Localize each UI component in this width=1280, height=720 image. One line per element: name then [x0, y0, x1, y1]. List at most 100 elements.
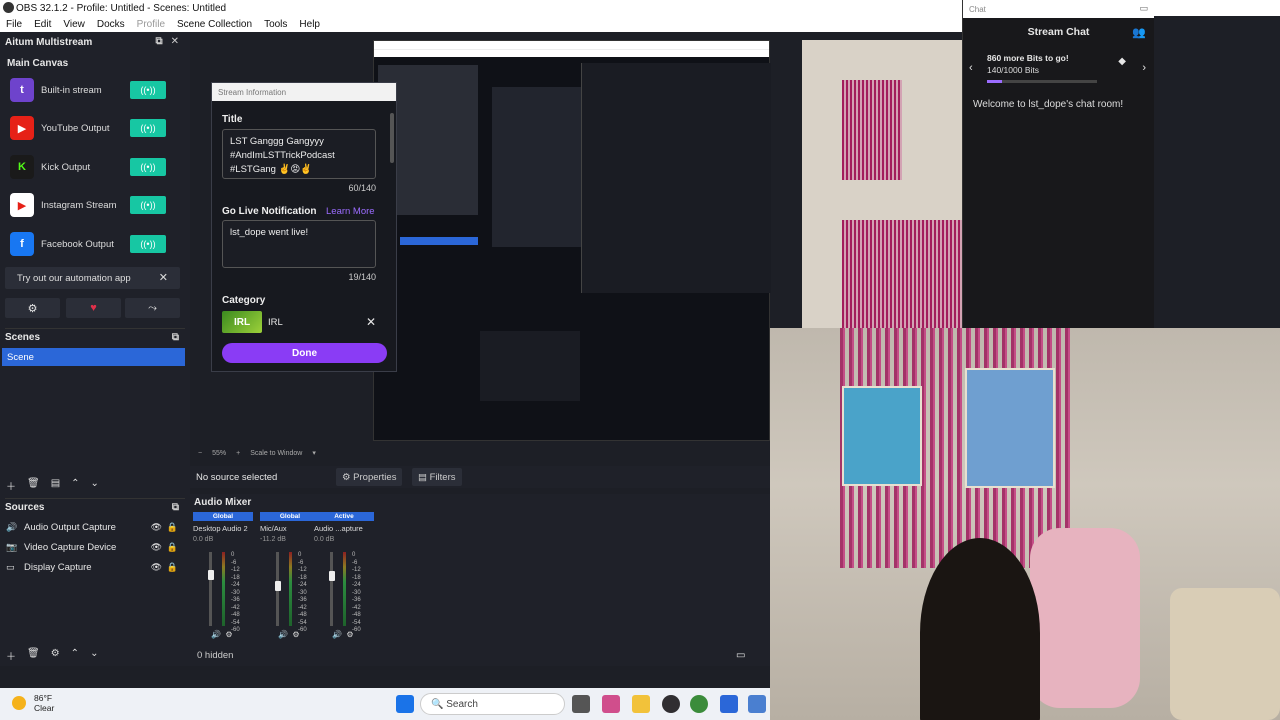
store-icon[interactable]	[720, 695, 738, 713]
output-toggle-button[interactable]: ((•))	[130, 119, 166, 137]
menu-tools[interactable]: Tools	[258, 19, 293, 30]
menu-docks[interactable]: Docks	[91, 19, 131, 30]
channel-name[interactable]: Mic/Aux	[260, 524, 320, 533]
monitor-icon: ▭	[6, 561, 15, 572]
title-label: Title	[222, 114, 243, 125]
output-toggle-button[interactable]: ((•))	[130, 235, 166, 253]
channel-name[interactable]: Audio ...apture	[314, 524, 374, 533]
automation-banner[interactable]: Try out our automation app ✕	[5, 267, 180, 289]
lock-icon[interactable]: 🔒	[167, 542, 178, 553]
chrome-icon[interactable]	[690, 695, 708, 713]
menu-profile[interactable]: Profile	[131, 19, 171, 30]
menu-file[interactable]: File	[0, 19, 28, 30]
layout-icon[interactable]: ▭	[736, 650, 745, 661]
move-up-icon[interactable]: ⌃	[71, 648, 79, 663]
lock-icon[interactable]: 🔒	[167, 562, 178, 573]
output-row: ▶ Instagram Stream ((•))	[10, 191, 170, 219]
app-icon[interactable]	[748, 695, 766, 713]
weather-widget[interactable]: 86°F Clear	[12, 693, 54, 713]
move-down-icon[interactable]: ⌄	[90, 648, 98, 663]
scale-tick: -6	[352, 559, 358, 566]
add-icon[interactable]: ＋	[6, 478, 16, 493]
speaker-icon[interactable]: 🔊	[332, 630, 342, 639]
webcam-reflection	[802, 40, 962, 328]
heart-icon: ♥	[90, 302, 97, 314]
chevron-down-icon[interactable]: ▾	[312, 449, 316, 457]
taskbar-search[interactable]: 🔍 Search	[420, 693, 565, 715]
trash-icon[interactable]: 🗑	[27, 648, 40, 663]
done-button[interactable]: Done	[222, 343, 387, 363]
notification-input[interactable]: lst_dope went live!	[222, 220, 376, 268]
copilot-icon[interactable]	[602, 695, 620, 713]
eye-icon[interactable]: 👁	[151, 542, 162, 553]
filter-icon: ▤	[418, 471, 430, 483]
chevron-left-icon[interactable]: ‹	[969, 62, 973, 74]
volume-fader[interactable]	[207, 552, 214, 626]
add-icon[interactable]: ＋	[6, 648, 16, 663]
lock-icon[interactable]: 🔒	[167, 522, 178, 533]
source-item[interactable]: 📷 Video Capture Device 👁 🔒	[6, 538, 182, 556]
volume-fader[interactable]	[328, 552, 335, 626]
category-label: Category	[222, 295, 266, 306]
channel-controls: 🔊 ⚙	[332, 630, 354, 639]
sources-toolbar: ＋ 🗑 ⚙ ⌃ ⌄	[6, 648, 98, 663]
dialog-scrollbar[interactable]	[390, 113, 394, 163]
zoom-in-icon[interactable]: +	[236, 450, 240, 457]
output-row: f Facebook Output ((•))	[10, 230, 170, 258]
settings-button[interactable]: ⚙	[5, 298, 60, 318]
output-toggle-button[interactable]: ((•))	[130, 158, 166, 176]
chevron-right-icon[interactable]: ›	[1142, 62, 1146, 74]
fader-handle[interactable]	[207, 570, 214, 580]
learn-more-link[interactable]: Learn More	[326, 206, 375, 217]
remove-category-icon[interactable]: ✕	[366, 315, 376, 329]
filters-button[interactable]: ▤ Filters	[412, 468, 462, 486]
menu-scene-collection[interactable]: Scene Collection	[171, 19, 258, 30]
speaker-icon[interactable]: 🔊	[278, 630, 288, 639]
stream-info-dialog: Stream Information Title LST Ganggg Gang…	[211, 82, 397, 372]
scene-item[interactable]: Scene	[2, 348, 185, 366]
title-input[interactable]: LST Ganggg Gangyyy #AndImLSTTrickPodcast…	[222, 129, 376, 179]
output-toggle-button[interactable]: ((•))	[130, 81, 166, 99]
undock-icon[interactable]: ⧉	[172, 502, 179, 513]
zoom-out-icon[interactable]: −	[198, 450, 202, 457]
filter-icon[interactable]: ▤	[51, 478, 60, 493]
gear-icon[interactable]: ⚙	[292, 630, 299, 639]
undock-icon[interactable]: ⧉	[155, 36, 162, 47]
scale-mode[interactable]: Scale to Window	[250, 450, 302, 457]
donate-button[interactable]: ♥	[66, 298, 121, 318]
menu-help[interactable]: Help	[293, 19, 326, 30]
users-icon[interactable]: 👥	[1132, 26, 1146, 39]
close-icon[interactable]: ▭	[1139, 3, 1148, 14]
properties-label: Properties	[353, 471, 397, 483]
move-up-icon[interactable]: ⌃	[71, 478, 79, 493]
file-explorer-icon[interactable]	[632, 695, 650, 713]
source-item[interactable]: 🔊 Audio Output Capture 👁 🔒	[6, 518, 182, 536]
menu-view[interactable]: View	[57, 19, 91, 30]
windows-start-icon[interactable]	[396, 695, 414, 713]
obs-icon[interactable]	[662, 695, 680, 713]
share-button[interactable]: ⤳	[125, 298, 180, 318]
trash-icon[interactable]: 🗑	[27, 478, 40, 493]
task-view-icon[interactable]	[572, 695, 590, 713]
poster	[965, 368, 1055, 488]
output-toggle-button[interactable]: ((•))	[130, 196, 166, 214]
channel-name[interactable]: Desktop Audio 2	[193, 524, 253, 533]
eye-icon[interactable]: 👁	[151, 562, 162, 573]
fader-handle[interactable]	[274, 581, 281, 591]
meter-scale: 0 -6 -12 -18 -24 -30 -36 -42 -48 -54 -60	[231, 552, 240, 635]
gear-icon[interactable]: ⚙	[346, 630, 353, 639]
close-dock-icon[interactable]: ✕	[171, 36, 179, 47]
speaker-icon[interactable]: 🔊	[211, 630, 221, 639]
bits-progress-text: 140/1000 Bits	[987, 65, 1039, 75]
move-down-icon[interactable]: ⌄	[91, 478, 99, 493]
source-item[interactable]: ▭ Display Capture 👁 🔒	[6, 558, 182, 576]
undock-icon[interactable]: ⧉	[172, 332, 179, 343]
eye-icon[interactable]: 👁	[151, 522, 162, 533]
gear-icon[interactable]: ⚙	[51, 648, 60, 663]
menu-edit[interactable]: Edit	[28, 19, 57, 30]
volume-fader[interactable]	[274, 552, 281, 626]
properties-button[interactable]: ⚙ Properties	[336, 468, 403, 486]
fader-handle[interactable]	[328, 571, 335, 581]
gear-icon[interactable]: ⚙	[225, 630, 232, 639]
dismiss-icon[interactable]: ✕	[159, 271, 168, 284]
